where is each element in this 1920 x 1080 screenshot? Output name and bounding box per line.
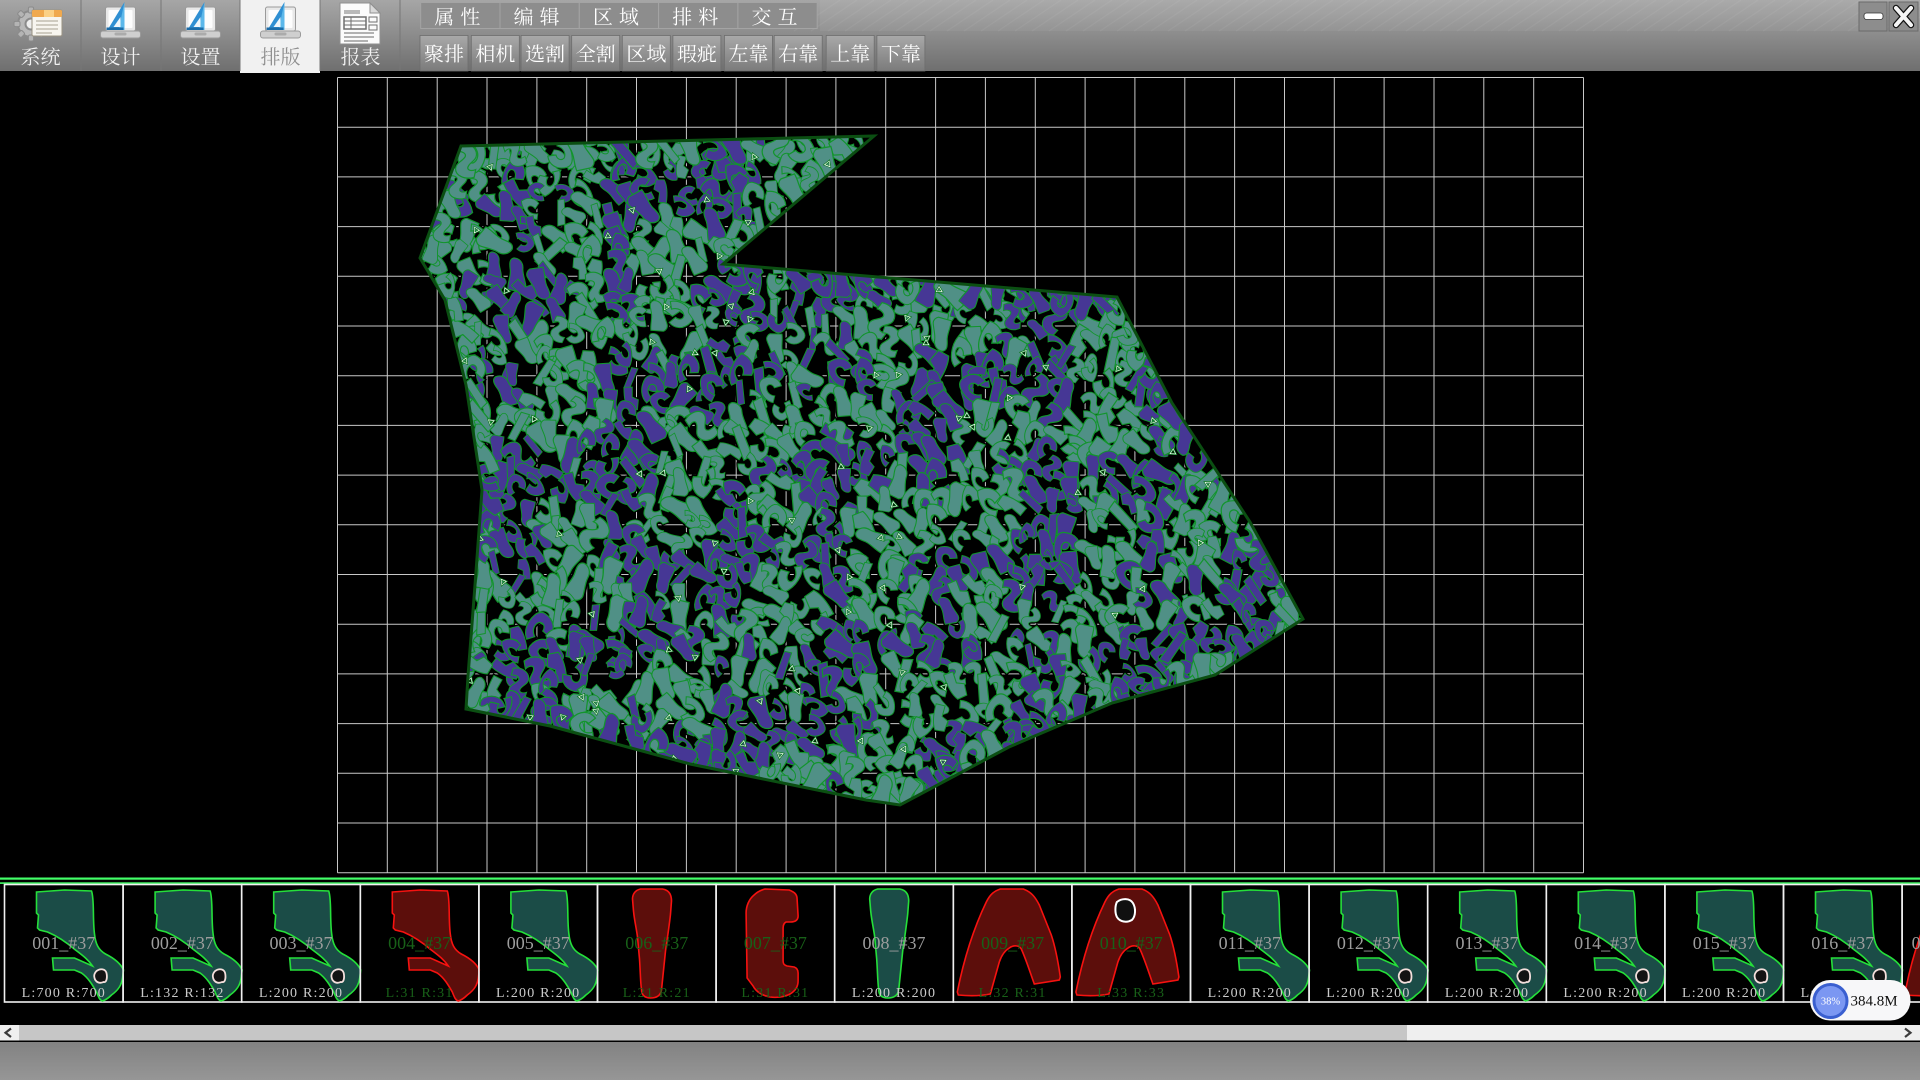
svg-text:38%: 38% — [1821, 997, 1841, 1008]
svg-text:009_#37: 009_#37 — [981, 933, 1044, 953]
svg-text:006_#37: 006_#37 — [625, 933, 688, 953]
svg-text:L:200 R:200: L:200 R:200 — [1445, 986, 1529, 1001]
svg-text:002_#37: 002_#37 — [151, 933, 214, 953]
svg-text:L:21 R:21: L:21 R:21 — [623, 986, 691, 1001]
svg-text:384.8M: 384.8M — [1850, 994, 1897, 1010]
svg-text:011_#37: 011_#37 — [1219, 933, 1281, 953]
svg-text:008_#37: 008_#37 — [863, 933, 926, 953]
svg-text:L:33 R:33: L:33 R:33 — [1097, 986, 1165, 1001]
svg-text:014_#37: 014_#37 — [1574, 933, 1637, 953]
svg-text:005_#37: 005_#37 — [507, 933, 570, 953]
svg-text:010_#37: 010_#37 — [1100, 933, 1163, 953]
svg-text:L:32 R:31: L:32 R:31 — [979, 986, 1047, 1001]
svg-text:0: 0 — [1912, 933, 1920, 953]
svg-text:L:200 R:200: L:200 R:200 — [852, 986, 936, 1001]
svg-text:L:700 R:700: L:700 R:700 — [22, 986, 106, 1001]
svg-text:016_#37: 016_#37 — [1811, 933, 1874, 953]
svg-text:L:200 R:200: L:200 R:200 — [1326, 986, 1410, 1001]
svg-text:L:200 R:200: L:200 R:200 — [496, 986, 580, 1001]
svg-text:007_#37: 007_#37 — [744, 933, 807, 953]
svg-text:012_#37: 012_#37 — [1337, 933, 1400, 953]
svg-text:001_#37: 001_#37 — [32, 933, 95, 953]
svg-text:L:200 R:200: L:200 R:200 — [1682, 986, 1766, 1001]
svg-text:L:200 R:200: L:200 R:200 — [1563, 986, 1647, 1001]
svg-text:004_#37: 004_#37 — [388, 933, 451, 953]
svg-text:013_#37: 013_#37 — [1456, 933, 1519, 953]
svg-text:015_#37: 015_#37 — [1693, 933, 1756, 953]
svg-text:003_#37: 003_#37 — [270, 933, 333, 953]
svg-text:L:200 R:200: L:200 R:200 — [1208, 986, 1292, 1001]
svg-text:L:31 R:31: L:31 R:31 — [741, 986, 809, 1001]
svg-text:L:31 R:31: L:31 R:31 — [386, 986, 454, 1001]
svg-text:L:200 R:200: L:200 R:200 — [259, 986, 343, 1001]
svg-text:L:132 R:132: L:132 R:132 — [140, 986, 224, 1001]
